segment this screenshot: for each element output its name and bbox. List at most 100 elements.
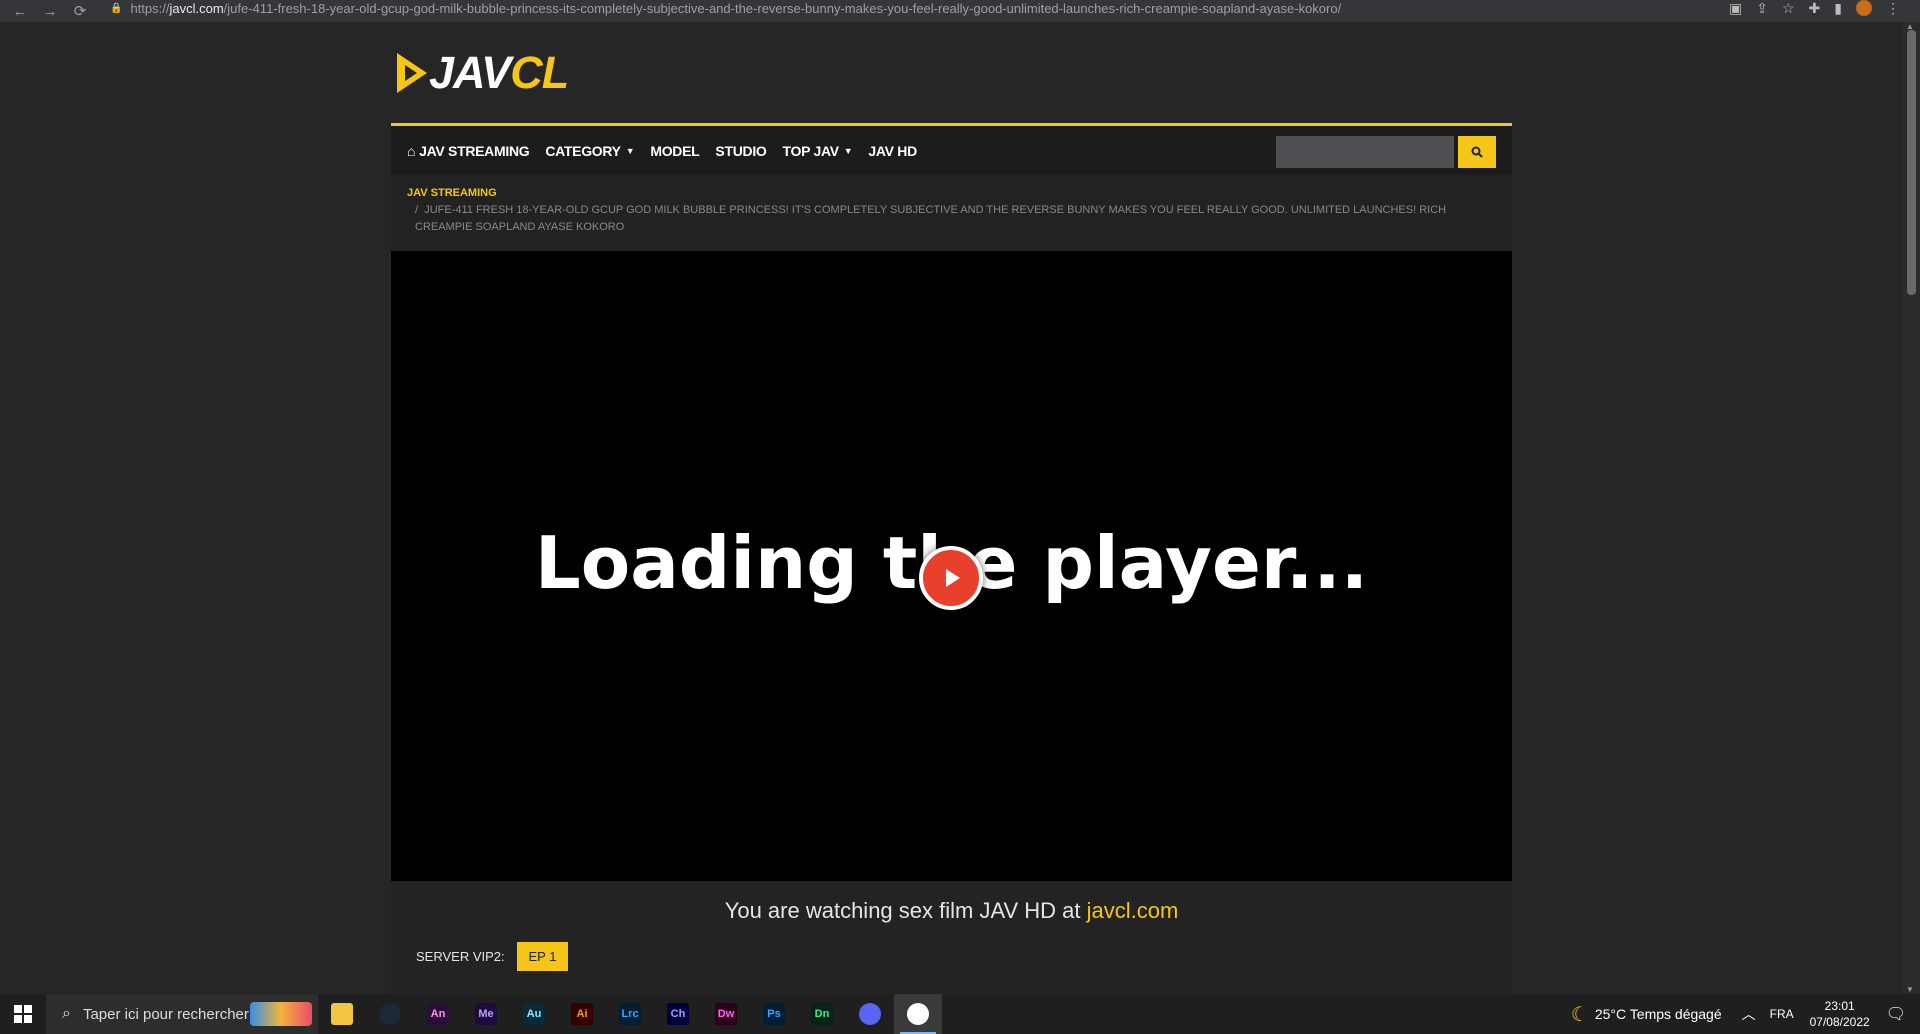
- weather-moon-icon: ☾: [1570, 1003, 1589, 1026]
- taskbar-search-placeholder: Taper ici pour rechercher: [82, 1005, 249, 1023]
- scroll-thumb[interactable]: [1907, 30, 1916, 295]
- site-search: [1276, 136, 1496, 168]
- start-button[interactable]: [0, 994, 46, 1034]
- notification-icon[interactable]: 🗨: [1886, 1004, 1906, 1024]
- page-scrollbar[interactable]: ▲ ▼: [1903, 22, 1920, 994]
- url-prefix: https://: [130, 0, 170, 16]
- audition-icon: Au: [523, 1003, 545, 1025]
- caret-down-icon: ▼: [843, 145, 853, 156]
- blocked-popup-icon[interactable]: ▣: [1729, 0, 1742, 17]
- main-nav: ⌂ JAV STREAMING CATEGORY ▼ MODEL STUDIO …: [391, 123, 1512, 175]
- nav-jav-streaming[interactable]: ⌂ JAV STREAMING: [407, 142, 530, 159]
- taskbar-app-animate[interactable]: An: [414, 994, 462, 1034]
- search-highlight-icon: [250, 1002, 312, 1026]
- nav-label: TOP JAV: [782, 142, 840, 159]
- character-animator-icon-label: Ch: [670, 1008, 686, 1020]
- share-icon[interactable]: ⇪: [1756, 0, 1768, 17]
- play-icon: [946, 569, 960, 587]
- menu-kebab-icon[interactable]: ⋮: [1886, 0, 1900, 17]
- taskbar-app-lightroom-classic[interactable]: Lrc: [606, 994, 654, 1034]
- illustrator-icon-label: Ai: [576, 1008, 588, 1020]
- nav-category[interactable]: CATEGORY ▼: [545, 143, 634, 159]
- site-logo[interactable]: JAV CL: [395, 47, 569, 98]
- nav-label: MODEL: [650, 142, 700, 159]
- nav-model[interactable]: MODEL: [650, 143, 699, 159]
- lightroom-classic-icon: Lrc: [619, 1003, 641, 1025]
- side-panel-icon[interactable]: ▮: [1834, 0, 1842, 17]
- media-encoder-icon-label: Me: [478, 1008, 494, 1020]
- taskbar-app-discord[interactable]: [846, 994, 894, 1034]
- dimension-icon-label: Dn: [814, 1008, 830, 1020]
- watching-text: You are watching sex film JAV HD at: [724, 898, 1087, 923]
- search-input[interactable]: [1276, 136, 1454, 168]
- address-bar[interactable]: 🔒 https://javcl.com/jufe-411-fresh-18-ye…: [110, 0, 1670, 16]
- taskbar-app-dreamweaver[interactable]: Dw: [702, 994, 750, 1034]
- caret-down-icon: ▼: [625, 145, 635, 156]
- breadcrumb-current-title: JUFE-411 FRESH 18-YEAR-OLD GCUP GOD MILK…: [415, 204, 1447, 233]
- search-icon: [1471, 146, 1483, 158]
- tray-chevron-icon[interactable]: ︿: [1742, 1004, 1756, 1024]
- photoshop-icon-label: Ps: [767, 1008, 781, 1020]
- search-button[interactable]: [1458, 136, 1496, 168]
- server-label: SERVER VIP2:: [416, 949, 505, 964]
- windows-logo-icon: [14, 1005, 32, 1023]
- extensions-icon[interactable]: ✚: [1809, 0, 1821, 17]
- play-logo-icon: [397, 53, 427, 93]
- play-button[interactable]: [919, 546, 983, 610]
- nav-label: JAV STREAMING: [419, 142, 530, 159]
- nav-label: JAV HD: [868, 142, 917, 159]
- taskbar-app-file-explorer[interactable]: [318, 994, 366, 1034]
- taskbar-app-media-encoder[interactable]: Me: [462, 994, 510, 1034]
- taskbar-app-illustrator[interactable]: Ai: [558, 994, 606, 1034]
- back-arrow-icon[interactable]: ←: [10, 1, 30, 21]
- watching-notice: You are watching sex film JAV HD at javc…: [391, 898, 1512, 924]
- breadcrumb-home[interactable]: JAV STREAMING: [407, 185, 1496, 202]
- site-link[interactable]: javcl.com: [1087, 898, 1179, 923]
- taskbar-app-photoshop[interactable]: Ps: [750, 994, 798, 1034]
- nav-studio[interactable]: STUDIO: [715, 143, 766, 159]
- chrome-icon: [907, 1003, 929, 1025]
- lightroom-classic-icon-label: Lrc: [621, 1008, 639, 1020]
- character-animator-icon: Ch: [667, 1003, 689, 1025]
- video-player[interactable]: Loading the player...: [391, 251, 1512, 881]
- taskbar-app-character-animator[interactable]: Ch: [654, 994, 702, 1034]
- discord-icon: [859, 1003, 881, 1025]
- windows-taskbar: ⌕ Taper ici pour rechercher An Me Au Ai Lrc C…: [0, 994, 1920, 1034]
- search-icon: ⌕: [62, 1005, 71, 1022]
- url-path: /jufe-411-fresh-18-year-old-gcup-god-mil…: [223, 0, 1342, 16]
- reload-icon[interactable]: ⟳: [70, 1, 90, 21]
- taskbar-search[interactable]: ⌕ Taper ici pour rechercher: [46, 994, 318, 1034]
- nav-jav-hd[interactable]: JAV HD: [868, 143, 917, 159]
- episode-button[interactable]: EP 1: [517, 942, 568, 971]
- nav-label: STUDIO: [715, 142, 767, 159]
- breadcrumb-separator: /: [415, 204, 419, 216]
- taskbar-app-audition[interactable]: Au: [510, 994, 558, 1034]
- dreamweaver-icon-label: Dw: [717, 1008, 735, 1020]
- clock[interactable]: 23:01 07/08/2022: [1810, 998, 1870, 1030]
- taskbar-app-dimension[interactable]: Dn: [798, 994, 846, 1034]
- clock-time: 23:01: [1824, 999, 1855, 1013]
- taskbar-apps: An Me Au Ai Lrc Ch Dw Ps Dn: [318, 994, 942, 1034]
- system-tray: ☾ 25°C Temps dégagé ︿ FRA 23:01 07/08/20…: [1571, 994, 1920, 1034]
- scroll-down-arrow-icon[interactable]: ▼: [1906, 985, 1914, 994]
- home-icon: ⌂: [407, 142, 416, 159]
- forward-arrow-icon[interactable]: →: [40, 1, 60, 21]
- bookmark-star-icon[interactable]: ☆: [1782, 0, 1795, 17]
- animate-icon: An: [427, 1003, 449, 1025]
- nav-top-jav[interactable]: TOP JAV ▼: [783, 143, 853, 159]
- weather-text[interactable]: 25°C Temps dégagé: [1595, 1006, 1722, 1022]
- media-encoder-icon: Me: [475, 1003, 497, 1025]
- illustrator-icon: Ai: [571, 1003, 593, 1025]
- profile-avatar[interactable]: [1856, 0, 1872, 16]
- taskbar-app-chrome[interactable]: [894, 994, 942, 1034]
- clock-date: 07/08/2022: [1809, 1015, 1870, 1029]
- url-host: javcl.com: [169, 0, 224, 16]
- taskbar-app-steam[interactable]: [366, 994, 414, 1034]
- animate-icon-label: An: [430, 1008, 446, 1020]
- browser-toolbar: ← → ⟳ 🔒 https://javcl.com/jufe-411-fresh…: [0, 0, 1920, 22]
- logo-text-jav: JAV: [429, 47, 511, 98]
- breadcrumb-current: / JUFE-411 FRESH 18-YEAR-OLD GCUP GOD MI…: [407, 202, 1496, 236]
- nav-label: CATEGORY: [545, 142, 621, 159]
- language-indicator[interactable]: FRA: [1770, 1007, 1794, 1021]
- audition-icon-label: Au: [526, 1008, 542, 1020]
